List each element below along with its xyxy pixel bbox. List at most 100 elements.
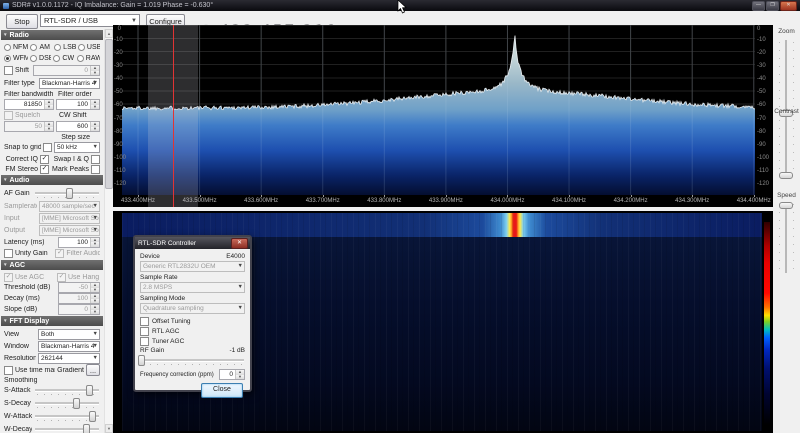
filter-audio-checkbox[interactable] bbox=[55, 249, 64, 258]
audio-panel-header[interactable]: ▾ Audio bbox=[1, 175, 103, 185]
filter-type-select[interactable]: Blackman-Harris 4 ▼ bbox=[39, 78, 100, 89]
mode-radio-wfm[interactable] bbox=[4, 55, 11, 62]
squelch-spinner[interactable]: 50 ▲▼ bbox=[4, 121, 54, 132]
maximize-button[interactable]: ❐ bbox=[766, 1, 779, 11]
step-size-select[interactable]: 50 kHz ▼ bbox=[54, 142, 100, 153]
mode-radio-cw[interactable] bbox=[53, 55, 60, 62]
mode-radio-am[interactable] bbox=[30, 44, 37, 51]
sampling-mode-label: Sampling Mode bbox=[140, 295, 245, 302]
speed-slider-thumb[interactable] bbox=[779, 202, 793, 209]
fft-panel-header[interactable]: ▾ FFT Display bbox=[1, 316, 103, 326]
db-tick-label: -50 bbox=[114, 89, 121, 95]
resolution-select[interactable]: 262144 ▼ bbox=[38, 353, 100, 364]
freq-tick bbox=[200, 195, 201, 197]
tuner-agc-checkbox[interactable] bbox=[140, 337, 149, 346]
view-select[interactable]: Both ▼ bbox=[38, 329, 100, 340]
w-decay-slider[interactable] bbox=[34, 424, 100, 433]
minimize-button[interactable]: — bbox=[752, 1, 765, 11]
use-agc-checkbox[interactable] bbox=[4, 273, 13, 282]
correct-iq-checkbox[interactable] bbox=[40, 155, 49, 164]
dialog-close-icon[interactable]: ✕ bbox=[231, 238, 248, 249]
freq-tick-label: 434.000MHz bbox=[490, 198, 524, 204]
fm-stereo-checkbox[interactable] bbox=[40, 165, 49, 174]
frequency-axis: 433.400MHz433.500MHz433.600MHz433.700MHz… bbox=[122, 195, 755, 207]
gradient-button[interactable]: ... bbox=[86, 364, 100, 376]
contrast-slider-thumb[interactable] bbox=[779, 172, 793, 179]
waterfall-color-scale bbox=[764, 222, 770, 425]
agc-slope-spinner[interactable]: 0 ▲▼ bbox=[58, 304, 100, 315]
agc-panel-header[interactable]: ▾ AGC bbox=[1, 260, 103, 270]
audio-input-select[interactable]: [MME] Microsoft Sound ▼ bbox=[39, 213, 100, 224]
latency-spinner[interactable]: 100 ▲▼ bbox=[58, 237, 100, 248]
stop-button[interactable]: Stop bbox=[6, 14, 38, 29]
window-select[interactable]: Blackman-Harris 4 ▼ bbox=[38, 341, 100, 352]
mode-radio-lsb[interactable] bbox=[54, 44, 61, 51]
rf-gain-slider-thumb[interactable] bbox=[138, 355, 145, 366]
freq-tick bbox=[384, 195, 385, 197]
spectrum-display[interactable]: 0-10-20-30-40-50-60-70-80-90-100-110-120… bbox=[113, 25, 773, 207]
mode-radio-nfm[interactable] bbox=[4, 44, 11, 51]
tuned-frequency-line[interactable] bbox=[173, 25, 174, 207]
speed-slider[interactable] bbox=[773, 202, 800, 273]
zoom-label: Zoom bbox=[773, 28, 800, 35]
freq-tick-label: 434.100MHz bbox=[552, 198, 586, 204]
unity-gain-checkbox[interactable] bbox=[4, 249, 13, 258]
scrollbar-thumb[interactable] bbox=[105, 39, 113, 189]
dialog-close-button[interactable]: Close bbox=[201, 383, 243, 398]
scroll-down-icon[interactable]: ▼ bbox=[105, 424, 113, 433]
title-bar[interactable]: SDR# v1.0.0.1172 - IQ Imbalance: Gain = … bbox=[0, 0, 800, 11]
s-attack-slider-thumb[interactable] bbox=[86, 385, 93, 396]
dialog-title-bar[interactable]: RTL-SDR Controller ✕ bbox=[135, 237, 250, 249]
radio-panel-header[interactable]: ▾ Radio bbox=[1, 30, 103, 40]
agc-decay-spinner[interactable]: 100 ▲▼ bbox=[58, 293, 100, 304]
use-hang-checkbox[interactable] bbox=[57, 273, 66, 282]
w-attack-slider-thumb[interactable] bbox=[89, 411, 96, 422]
mode-radio-usb[interactable] bbox=[78, 44, 85, 51]
sample-rate-select[interactable]: 2.8 MSPS ▼ bbox=[140, 282, 245, 293]
filter-bandwidth-spinner[interactable]: 81850 ▲▼ bbox=[4, 99, 54, 110]
frequency-correction-spinner[interactable]: 0 ▲▼ bbox=[219, 369, 245, 380]
sidebar-scrollbar[interactable]: ▲ ▼ bbox=[104, 29, 113, 433]
zoom-slider[interactable] bbox=[773, 40, 800, 118]
samplerate-select[interactable]: 48000 sample/sec ▼ bbox=[39, 201, 100, 212]
rtl-agc-checkbox[interactable] bbox=[140, 327, 149, 336]
db-tick-label: -100 bbox=[757, 155, 764, 161]
snap-to-grid-checkbox[interactable] bbox=[43, 143, 52, 152]
offset-tuning-checkbox[interactable] bbox=[140, 317, 149, 326]
mark-peaks-checkbox[interactable] bbox=[91, 165, 100, 174]
device-type: E4000 bbox=[226, 253, 245, 260]
time-marker-checkbox[interactable] bbox=[4, 366, 13, 375]
db-tick-label: -80 bbox=[114, 129, 121, 135]
filter-order-spinner[interactable]: 100 ▲▼ bbox=[56, 99, 100, 110]
squelch-checkbox[interactable] bbox=[4, 111, 13, 120]
device-select[interactable]: Generic RTL2832U OEM ▼ bbox=[140, 261, 245, 272]
s-decay-slider-thumb[interactable] bbox=[73, 398, 80, 409]
mode-radio-dsb[interactable] bbox=[30, 55, 37, 62]
swap-iq-checkbox[interactable] bbox=[91, 155, 100, 164]
shift-spinner[interactable]: 0 ▲▼ bbox=[33, 65, 100, 76]
db-tick-label: -10 bbox=[757, 37, 764, 43]
w-decay-slider-thumb[interactable] bbox=[83, 424, 90, 433]
chevron-down-icon: ▼ bbox=[93, 80, 98, 86]
rf-gain-slider[interactable] bbox=[140, 355, 245, 366]
sidebar: ▾ Radio NFM AM LSB USB WFM DSB CW RAW Sh… bbox=[0, 29, 104, 433]
audio-output-select[interactable]: [MME] Microsoft Sound ▼ bbox=[39, 225, 100, 236]
agc-threshold-spinner[interactable]: -50 ▲▼ bbox=[58, 282, 100, 293]
spectrum-trace bbox=[122, 25, 755, 195]
sampling-mode-select[interactable]: Quadrature sampling ▼ bbox=[140, 303, 245, 314]
close-window-button[interactable]: ✕ bbox=[780, 1, 797, 11]
freq-tick bbox=[446, 195, 447, 197]
af-gain-slider-thumb[interactable] bbox=[66, 188, 73, 199]
s-decay-slider[interactable] bbox=[34, 398, 100, 410]
freq-tick bbox=[261, 195, 262, 197]
w-attack-slider[interactable] bbox=[34, 411, 100, 423]
scroll-up-icon[interactable]: ▲ bbox=[105, 29, 113, 38]
af-gain-slider[interactable] bbox=[34, 188, 100, 200]
cw-shift-spinner[interactable]: 600 ▲▼ bbox=[56, 121, 100, 132]
s-attack-slider[interactable] bbox=[34, 385, 100, 397]
db-tick-label: -60 bbox=[114, 102, 121, 108]
shift-checkbox[interactable] bbox=[4, 66, 13, 75]
contrast-slider[interactable] bbox=[773, 118, 800, 178]
mode-radio-raw[interactable] bbox=[77, 55, 84, 62]
spin-down-icon: ▼ bbox=[91, 71, 99, 76]
